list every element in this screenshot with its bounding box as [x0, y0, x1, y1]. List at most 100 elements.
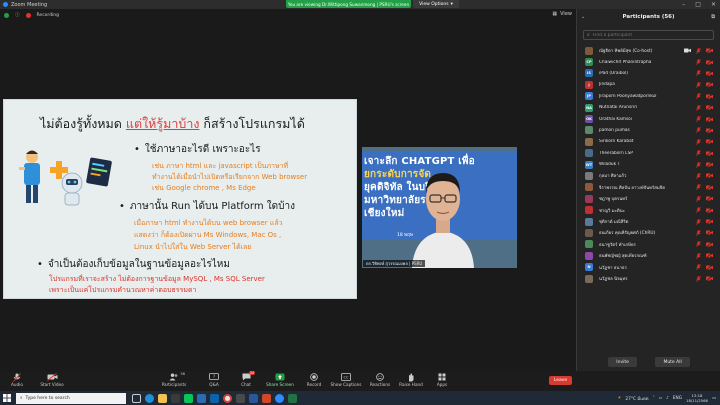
- line-icon[interactable]: [184, 393, 193, 403]
- zoom-window: Zoom Meeting You are viewing Dr.Wittipon…: [0, 0, 720, 405]
- avatar: [585, 251, 593, 260]
- excel-icon[interactable]: [288, 393, 297, 403]
- maximize-icon[interactable]: □: [695, 1, 701, 8]
- bullet-database-detail-1: โปรแกรมที่เราจะสร้าง ไม่ต้องการฐานข้อมูล…: [49, 275, 265, 283]
- apps-button[interactable]: Apps: [425, 372, 459, 387]
- participant-row[interactable]: NA Nutnatai Arunsriri: [577, 102, 720, 113]
- speaker-video[interactable]: เจาะลึก CHATGPT เพื่อ ยกระดับการจัด ยุคด…: [362, 147, 517, 268]
- participant-row[interactable]: ธนพัชญ์ชญ์ สุดเทียรกณฑ์: [577, 250, 720, 261]
- participant-status: [696, 241, 713, 248]
- participants-button[interactable]: 56 Participants: [157, 372, 191, 387]
- edge-icon[interactable]: [145, 393, 154, 403]
- participant-row[interactable]: Sirikorn Karabat: [577, 136, 720, 147]
- avatar: [585, 240, 593, 249]
- video-off-icon: [706, 173, 713, 179]
- participant-name: Chaiwichit Phanintrapha: [599, 59, 652, 65]
- security-shield-icon[interactable]: [4, 12, 9, 18]
- participant-row[interactable]: นวัฏชล นิจมุทร: [577, 273, 720, 284]
- popout-icon[interactable]: ⧉: [711, 14, 715, 20]
- participant-row[interactable]: ชุติกาต์ มณีสิริต: [577, 216, 720, 227]
- zoom-taskbar-icon[interactable]: [275, 393, 284, 403]
- participant-row[interactable]: pamon pumas: [577, 125, 720, 136]
- mic-muted-icon: [696, 47, 701, 54]
- participant-row[interactable]: OK Orathai Kamsoi: [577, 113, 720, 124]
- avatar: [585, 194, 593, 203]
- reactions-button[interactable]: Reactions: [363, 372, 397, 387]
- mail-icon[interactable]: [210, 393, 219, 403]
- participant-row[interactable]: จิราพรรณ ศิลปัน ยาวงษ์จันทร์สมจิต: [577, 182, 720, 193]
- language-indicator[interactable]: ENG: [673, 396, 682, 401]
- participants-count: 56: [180, 372, 185, 376]
- participant-row[interactable]: WT Wiladuk T: [577, 159, 720, 170]
- participant-row[interactable]: ณัฐธิดา ทิพย์มีสุข (Co-host): [577, 45, 720, 56]
- mic-muted-icon: [696, 93, 701, 100]
- participant-status: [696, 207, 713, 214]
- avatar: [585, 228, 593, 237]
- weather-text[interactable]: 27°C มีแดด: [625, 395, 648, 402]
- network-icon[interactable]: ▱: [659, 396, 662, 401]
- participant-row[interactable]: กุลมา ศิลาแก้ว: [577, 170, 720, 181]
- participant-row[interactable]: Theeraborn LSP: [577, 148, 720, 159]
- taskbar-search[interactable]: ⌕ Type here to search: [16, 392, 126, 404]
- participant-name: Jiraporn Poonyawatpornkul: [599, 93, 657, 99]
- chrome-icon[interactable]: [223, 393, 232, 403]
- store-icon[interactable]: [171, 393, 180, 403]
- mute-all-button[interactable]: Mute All: [655, 357, 690, 367]
- leave-button[interactable]: Leave: [549, 376, 572, 385]
- file-explorer-icon[interactable]: [158, 393, 167, 403]
- notification-icon[interactable]: ▭: [712, 396, 716, 401]
- minimize-icon[interactable]: –: [682, 1, 685, 8]
- apps-grid-icon: [435, 372, 449, 382]
- show-captions-button[interactable]: CC Show Captions: [329, 372, 363, 387]
- mic-muted-icon: [696, 207, 701, 214]
- qa-button[interactable]: ? Q&A: [197, 372, 231, 387]
- avatar: CP: [585, 58, 593, 67]
- participant-search-input[interactable]: [592, 32, 703, 38]
- window-controls: – □ ✕: [682, 0, 716, 9]
- participant-row[interactable]: ชฎาพู บุตรนทร์: [577, 193, 720, 204]
- windows-start-icon[interactable]: [0, 391, 14, 405]
- task-view-icon[interactable]: [132, 393, 141, 403]
- share-screen-button[interactable]: Share Screen: [263, 372, 297, 387]
- participant-row[interactable]: IS iPad (Uraibol): [577, 68, 720, 79]
- powerpoint-icon[interactable]: [262, 393, 271, 403]
- start-video-label: Start Video: [40, 382, 64, 387]
- participant-row[interactable]: N นวัฏชา ธนาธร: [577, 261, 720, 272]
- participant-name: ธนพัชญ์ชญ์ สุดเทียรกณฑ์: [599, 254, 647, 260]
- chat-button[interactable]: 24 Chat: [229, 371, 263, 387]
- participant-status: [696, 138, 713, 145]
- raise-hand-button[interactable]: Raise Hand: [394, 372, 428, 387]
- invite-button[interactable]: Invite: [608, 357, 637, 367]
- record-icon: [307, 372, 321, 382]
- video-off-icon: [706, 127, 713, 133]
- participant-search[interactable]: ⌕: [583, 30, 714, 40]
- recording-icon: [25, 12, 31, 18]
- settings-icon[interactable]: [236, 393, 245, 403]
- participant-row[interactable]: J Jindapa: [577, 79, 720, 90]
- volume-icon[interactable]: ♪: [666, 396, 669, 401]
- participant-row[interactable]: JP Jiraporn Poonyawatpornkul: [577, 91, 720, 102]
- collapse-chevron-icon[interactable]: ⌄: [581, 14, 585, 20]
- audio-button[interactable]: Audio: [0, 372, 34, 387]
- clock[interactable]: 13:18 18/11/2566: [686, 393, 708, 403]
- view-switcher[interactable]: ▦ View: [552, 11, 572, 17]
- smiley-icon: [373, 372, 387, 382]
- video-off-icon: [706, 241, 713, 247]
- participant-status: [696, 116, 713, 122]
- start-video-button[interactable]: Start Video: [35, 372, 69, 387]
- word-icon[interactable]: [249, 393, 258, 403]
- participant-row[interactable]: ธนาชูวัตร์ คำเกษียร: [577, 239, 720, 250]
- info-icon[interactable]: ⓘ: [15, 12, 20, 18]
- close-icon[interactable]: ✕: [711, 1, 716, 8]
- avatar: [585, 206, 593, 215]
- tray-chevron-icon[interactable]: ˄: [653, 396, 655, 401]
- avatar: [585, 183, 593, 192]
- participant-row[interactable]: CP Chaiwichit Phanintrapha: [577, 56, 720, 67]
- participant-row[interactable]: ชาญวิ มะตินะ: [577, 204, 720, 215]
- view-options-button[interactable]: View Options ▾: [413, 0, 459, 8]
- participant-row[interactable]: ธนเกียร คุณหิรัญยศภ์ (ChRU): [577, 227, 720, 238]
- participant-name: ณัฐธิดา ทิพย์มีสุข (Co-host): [599, 49, 653, 55]
- record-button[interactable]: Record: [297, 372, 331, 387]
- video-off-icon: [706, 48, 713, 54]
- photos-icon[interactable]: [197, 393, 206, 403]
